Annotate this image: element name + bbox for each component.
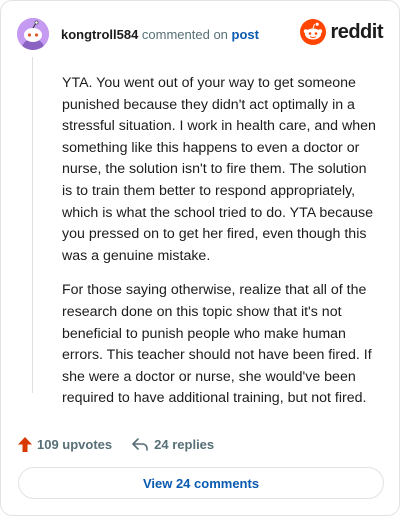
user-avatar[interactable]: [17, 18, 49, 50]
view-comments-button[interactable]: View 24 comments: [18, 467, 384, 499]
comment-body: YTA. You went out of your way to get som…: [62, 73, 380, 423]
upvote-count: 109 upvotes: [37, 436, 113, 452]
upvote-arrow-icon: [18, 436, 32, 452]
snoo-avatar-icon: [17, 18, 49, 50]
reddit-snoo-icon: [300, 19, 327, 45]
reddit-logo[interactable]: reddit: [300, 19, 383, 45]
comment-card: kongtroll584 commented on post reddit YT…: [0, 0, 400, 516]
comment-footer: 109 upvotes 24 replies: [18, 433, 214, 455]
upvote-button[interactable]: 109 upvotes: [18, 436, 113, 452]
thread-line: [32, 57, 33, 393]
byline-action: commented on: [141, 26, 228, 42]
replies-count: 24 replies: [154, 436, 215, 452]
username-link[interactable]: kongtroll584: [61, 27, 138, 42]
comment-paragraph: YTA. You went out of your way to get som…: [62, 75, 376, 264]
comment-byline: kongtroll584 commented on post: [61, 27, 259, 42]
reply-arrow-icon: [132, 437, 148, 451]
reddit-wordmark: reddit: [330, 20, 383, 43]
replies-button[interactable]: 24 replies: [132, 437, 214, 452]
comment-paragraph: For those saying otherwise, realize that…: [62, 282, 372, 407]
comment-header: kongtroll584 commented on post reddit: [17, 17, 383, 51]
post-link[interactable]: post: [232, 27, 259, 42]
